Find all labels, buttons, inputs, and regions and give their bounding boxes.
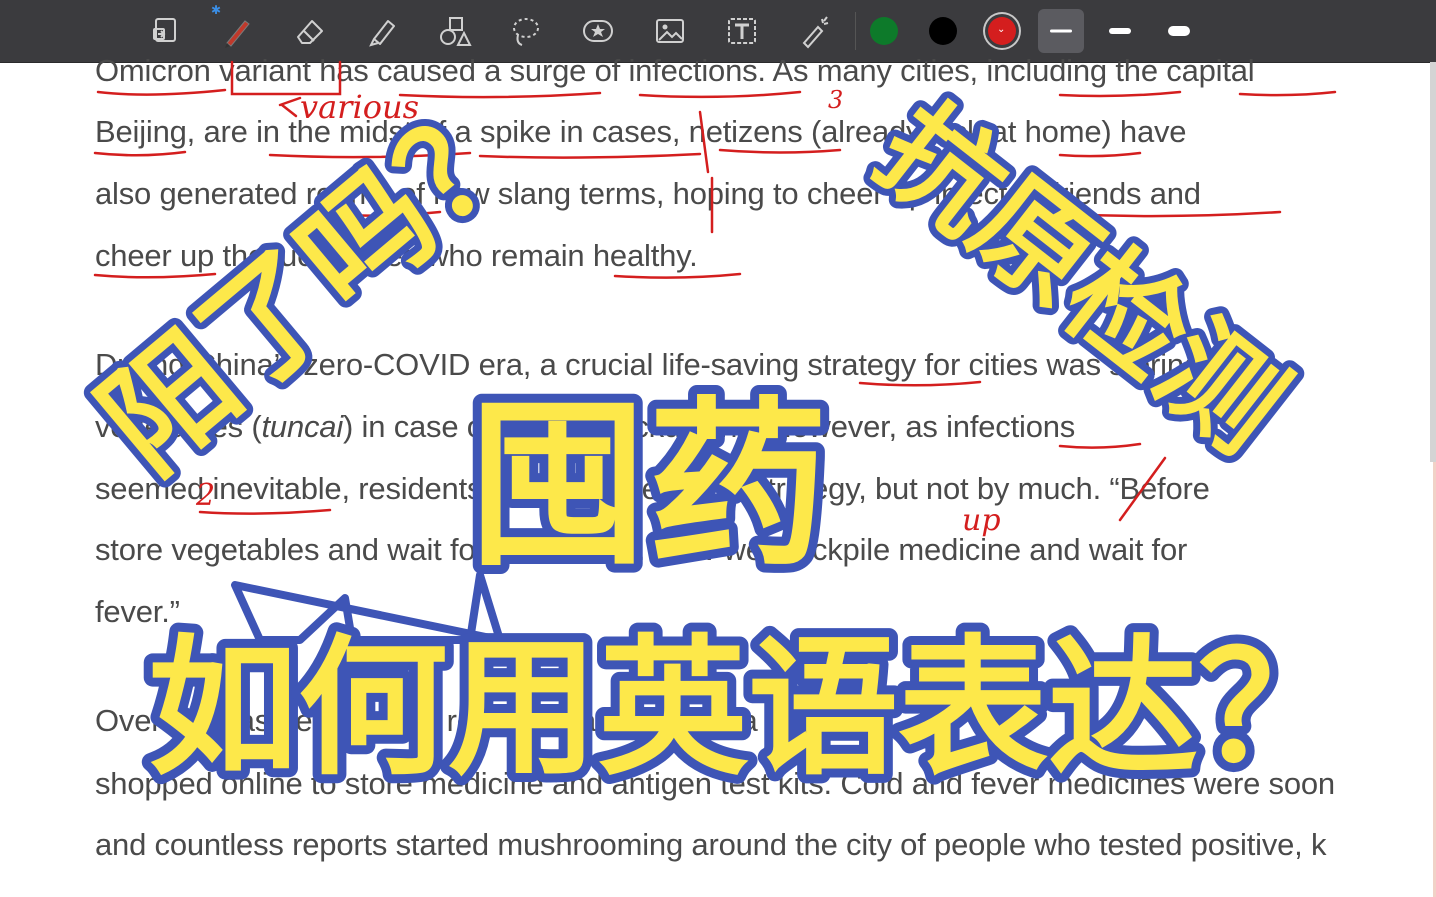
shapes-tool-button[interactable] <box>432 9 476 53</box>
doc-line: cheer up the lucky ones who remain healt… <box>95 238 698 273</box>
pen-icon <box>225 20 250 48</box>
stroke-thin-button[interactable] <box>1038 9 1084 53</box>
lasso-tool-button[interactable] <box>504 9 548 53</box>
doc-line: also generated reams of new slang terms,… <box>95 176 1201 211</box>
color-red-swatch[interactable]: ⌄ <box>988 17 1016 45</box>
doc-line: Beijing, are in the midst of a spike in … <box>95 114 1187 149</box>
page-view-icon <box>153 18 176 42</box>
doc-line: store vegetables and wait for lockdowns.… <box>95 532 1188 567</box>
highlighter-icon <box>369 20 395 47</box>
stroke-thick-button[interactable] <box>1156 9 1202 53</box>
image-tool-button[interactable] <box>648 9 692 53</box>
bluetooth-icon: ✱ <box>211 3 222 17</box>
doc-line: fever.” <box>95 594 180 629</box>
doc-line: vegetables (tuncai) in case of sudden lo… <box>95 409 1075 445</box>
vertical-scrollbar[interactable] <box>1430 62 1436 462</box>
text-icon <box>728 18 756 44</box>
lasso-icon <box>513 18 539 46</box>
italic-term: tuncai <box>261 409 344 444</box>
doc-line: seemed inevitable, residents simply shif… <box>95 471 1210 506</box>
doc-line: Over the past few weeks, residents acros… <box>95 703 894 738</box>
toolbar-divider <box>855 12 856 50</box>
chevron-down-icon: ⌄ <box>997 24 1006 35</box>
shapes-icon <box>440 17 472 46</box>
sticker-icon <box>583 20 613 42</box>
pen-tool-button[interactable]: ✱ <box>211 3 259 53</box>
page-view-button[interactable] <box>143 9 187 53</box>
doc-line: During China’s zero-COVID era, a crucial… <box>95 347 1201 382</box>
eraser-icon <box>297 20 323 44</box>
laser-pointer-icon <box>802 16 829 49</box>
text-tool-button[interactable] <box>720 9 764 53</box>
sticker-tool-button[interactable] <box>576 9 620 53</box>
eraser-tool-button[interactable] <box>288 9 332 53</box>
doc-line-part: vegetables ( <box>95 409 262 444</box>
doc-line: and countless reports started mushroomin… <box>95 827 1327 862</box>
image-icon <box>656 19 684 43</box>
color-green-swatch[interactable] <box>870 17 898 45</box>
doc-line: Omicron variant has caused a surge of in… <box>95 53 1255 88</box>
doc-line-part: ) in case of sudden lockdowns. However, … <box>343 409 1076 444</box>
doc-line: shopped online to store medicine and ant… <box>95 766 1335 801</box>
highlighter-tool-button[interactable] <box>360 9 404 53</box>
color-black-swatch[interactable] <box>929 17 957 45</box>
laser-pointer-button[interactable] <box>792 9 836 53</box>
stroke-medium-button[interactable] <box>1097 9 1143 53</box>
